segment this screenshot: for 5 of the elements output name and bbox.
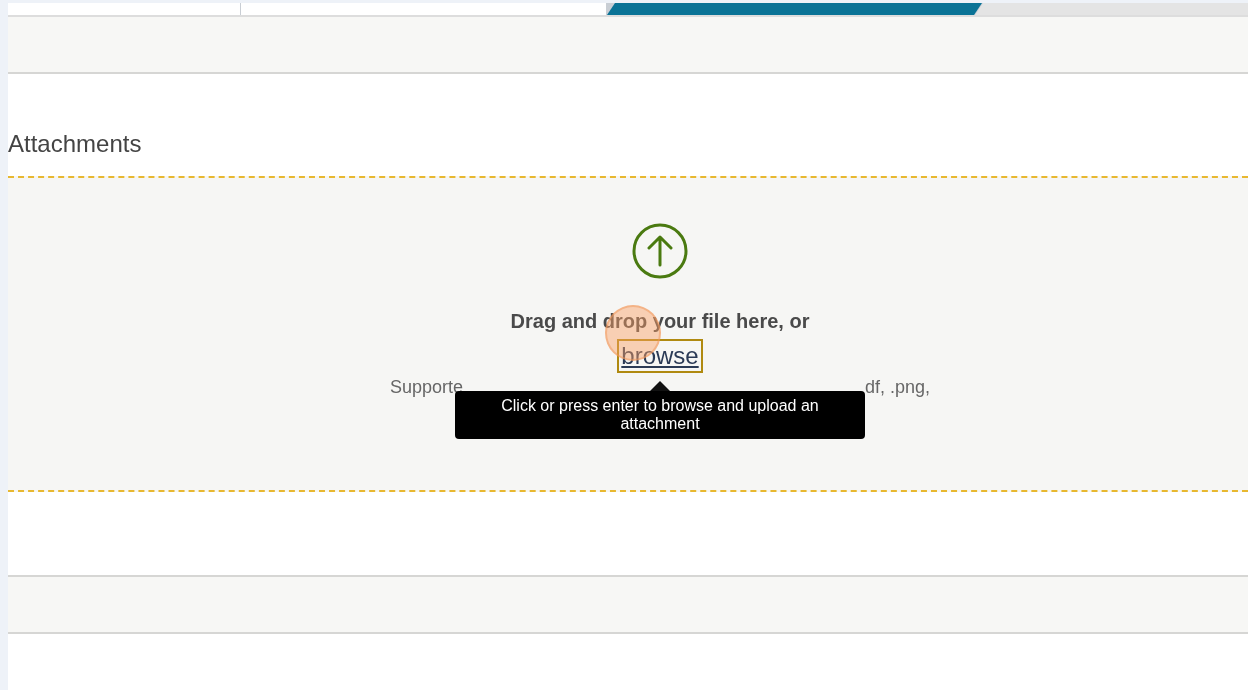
section-title: Attachments (8, 130, 142, 158)
upload-icon (631, 222, 689, 280)
browse-link[interactable]: browse (617, 339, 703, 373)
supported-types-text: df, .png, (865, 377, 931, 398)
tooltip: Click or press enter to browse and upload an attachment (455, 391, 865, 439)
